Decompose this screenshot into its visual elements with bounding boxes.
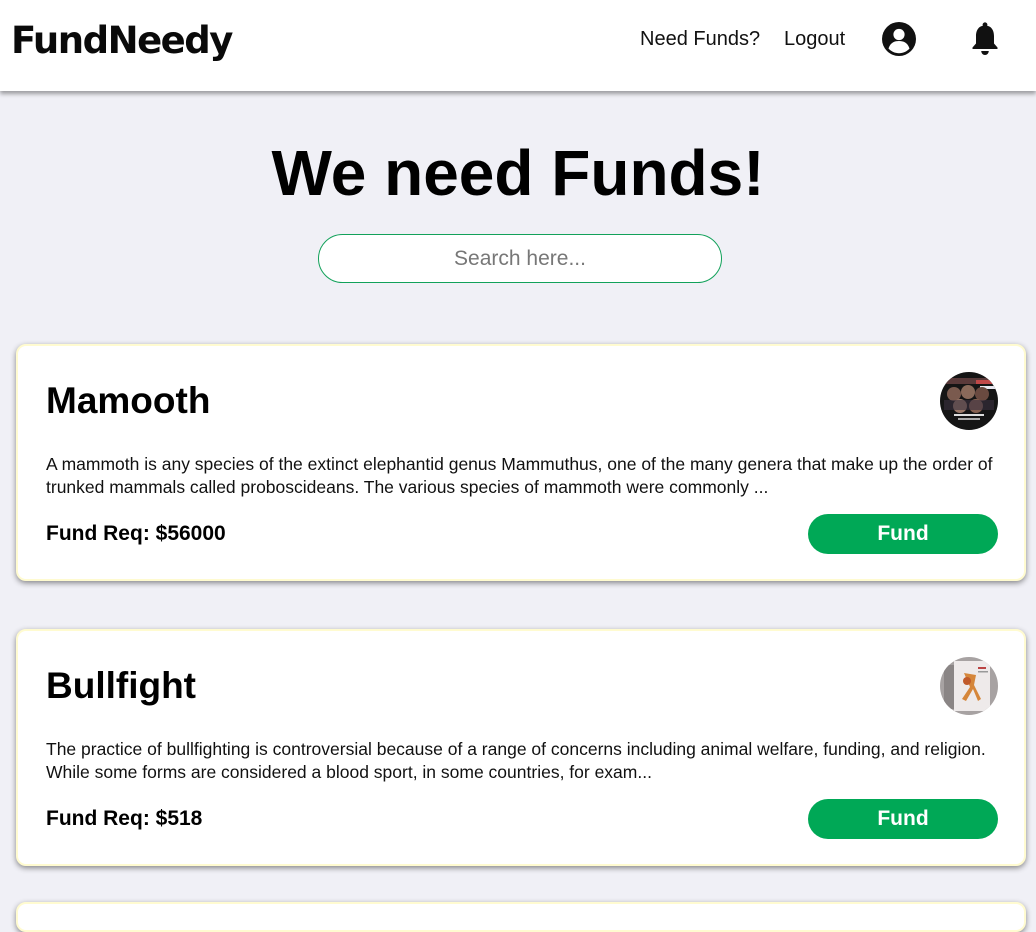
avatar <box>940 372 998 430</box>
bell-icon[interactable] <box>967 21 1003 57</box>
fund-card-partial <box>16 902 1026 932</box>
avatar <box>940 657 998 715</box>
card-title: Bullfight <box>46 665 197 706</box>
need-funds-link[interactable]: Need Funds? <box>640 28 760 50</box>
fund-requirement: Fund Req: $56000 <box>46 522 226 545</box>
card-description: The practice of bullfighting is controve… <box>46 739 986 782</box>
logout-link[interactable]: Logout <box>784 28 845 50</box>
fund-button[interactable]: Fund <box>808 514 998 554</box>
fund-card: Mamooth A mammoth is any species of the … <box>16 344 1026 581</box>
fund-requirement: Fund Req: $518 <box>46 807 203 830</box>
brand-logo[interactable]: FundNeedy <box>11 18 233 64</box>
fund-button[interactable]: Fund <box>808 799 998 839</box>
navbar: FundNeedy Need Funds? Logout <box>0 0 1036 91</box>
card-description: A mammoth is any species of the extinct … <box>46 454 993 497</box>
search-input[interactable] <box>318 234 722 283</box>
user-circle-icon[interactable] <box>881 21 917 57</box>
card-title: Mamooth <box>46 380 211 421</box>
page-title: We need Funds! <box>271 137 765 209</box>
fund-card: Bullfight The practice of bullfighting i… <box>16 629 1026 866</box>
